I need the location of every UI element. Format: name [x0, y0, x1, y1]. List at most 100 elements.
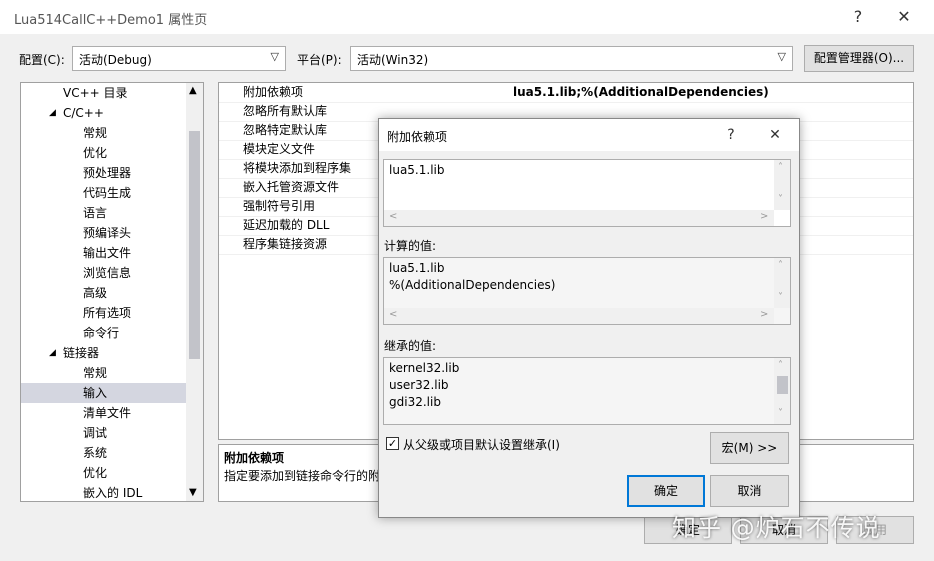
property-name: 程序集链接资源 [243, 237, 328, 251]
dependencies-input-text[interactable]: lua5.1.lib [389, 163, 444, 177]
description-text: 指定要添加到链接命令行的附 [224, 469, 381, 483]
dependencies-input[interactable]: lua5.1.lib ˄ ˅ < > [383, 159, 791, 227]
property-name: 延迟加载的 DLL [243, 218, 330, 232]
tree-item-label: 语言 [83, 206, 108, 220]
scroll-up-icon[interactable]: ˄ [778, 162, 783, 173]
tree-item[interactable]: 常规 [21, 363, 186, 383]
inherited-values-box: kernel32.lib user32.lib gdi32.lib ˄ ˅ [383, 357, 791, 425]
tree-item[interactable]: 清单文件 [21, 403, 186, 423]
config-select[interactable]: 活动(Debug) ▽ [72, 46, 286, 71]
scroll-right-icon[interactable]: > [760, 309, 768, 320]
tree-item[interactable]: 输出文件 [21, 243, 186, 263]
tree-item-label: 浏览信息 [83, 266, 132, 280]
tree-item[interactable]: 代码生成 [21, 183, 186, 203]
property-name: 忽略所有默认库 [243, 104, 328, 118]
tree-item[interactable]: 浏览信息 [21, 263, 186, 283]
tree-item-label: 嵌入的 IDL [83, 486, 143, 500]
tree-item-label: 代码生成 [83, 186, 132, 200]
property-name: 强制符号引用 [243, 199, 316, 213]
dialog-cancel-button[interactable]: 取消 [710, 475, 789, 507]
tree-item[interactable]: 嵌入的 IDL [21, 483, 186, 501]
scroll-up-icon[interactable]: ˄ [778, 360, 783, 371]
scroll-down-icon[interactable]: ˅ [778, 292, 783, 303]
dialog-help-icon[interactable]: ? [717, 124, 745, 146]
config-manager-button[interactable]: 配置管理器(O)... [804, 45, 914, 72]
tree-item[interactable]: 常规 [21, 123, 186, 143]
inherit-checkbox[interactable]: ✓ [386, 437, 399, 450]
window-titlebar: Lua514CallC++Demo1 属性页 ? ✕ [0, 0, 934, 34]
platform-label: 平台(P): [297, 53, 342, 67]
dialog-titlebar: 附加依赖项 ? ✕ [379, 119, 799, 151]
chevron-down-icon: ▽ [270, 50, 279, 63]
scroll-right-icon[interactable]: > [760, 211, 768, 222]
tree-item[interactable]: 命令行 [21, 323, 186, 343]
inherit-checkbox-label[interactable]: 从父级或项目默认设置继承(I) [403, 436, 560, 453]
tree-item-label: 所有选项 [83, 306, 132, 320]
scroll-up-icon[interactable]: ˄ [778, 260, 783, 271]
tree-item-label: 清单文件 [83, 406, 132, 420]
platform-select-value: 活动(Win32) [357, 53, 429, 67]
tree-item[interactable]: 所有选项 [21, 303, 186, 323]
computed-line-2: %(AdditionalDependencies) [389, 278, 556, 292]
help-icon[interactable]: ? [844, 6, 872, 28]
tree-item-label: VC++ 目录 [63, 86, 128, 100]
watermark-text: 知乎 @炉石不传说 [672, 514, 881, 542]
dialog-ok-button[interactable]: 确定 [627, 475, 705, 507]
tree-item-label: 输入 [83, 386, 108, 400]
computed-values-box: lua5.1.lib %(AdditionalDependencies) ˄ ˅… [383, 257, 791, 325]
property-name: 将模块添加到程序集 [243, 161, 352, 175]
platform-select[interactable]: 活动(Win32) ▽ [350, 46, 793, 71]
inherited-line-1: kernel32.lib [389, 361, 460, 375]
tree-item[interactable]: 优化 [21, 143, 186, 163]
macro-button[interactable]: 宏(M) >> [710, 432, 789, 464]
tree-item[interactable]: VC++ 目录 [21, 83, 186, 103]
tree-item-label: 优化 [83, 146, 108, 160]
tree-item-label: 命令行 [83, 326, 120, 340]
tree-item[interactable]: 预编译头 [21, 223, 186, 243]
tree-scroll-thumb[interactable] [189, 131, 200, 359]
tree-item[interactable]: 语言 [21, 203, 186, 223]
computed-scrollbar-h[interactable]: < > [384, 308, 774, 324]
scroll-left-icon[interactable]: < [389, 211, 397, 222]
tree-item[interactable]: 高级 [21, 283, 186, 303]
inherited-label: 继承的值: [384, 339, 437, 353]
property-name: 附加依赖项 [243, 85, 304, 99]
scroll-left-icon[interactable]: < [389, 309, 397, 320]
tree-item-label: 常规 [83, 126, 108, 140]
tree-item[interactable]: ◢ C/C++ [21, 103, 186, 123]
config-label: 配置(C): [19, 53, 65, 67]
property-tree: VC++ 目录 ◢ C/C++ 常规 优化 预处理器 代码生成 语言 预编译头 输出文件 浏览信息高… [20, 82, 204, 502]
inherited-scroll-thumb[interactable] [777, 376, 788, 394]
tree-item[interactable]: 输入 [21, 383, 186, 403]
tree-item[interactable]: 系统 [21, 443, 186, 463]
property-name: 嵌入托管资源文件 [243, 180, 340, 194]
scroll-down-icon[interactable]: ˅ [778, 194, 783, 205]
expander-icon[interactable]: ◢ [49, 103, 56, 123]
expander-icon[interactable]: ◢ [49, 343, 56, 363]
tree-item-label: 输出文件 [83, 246, 132, 260]
property-name: 模块定义文件 [243, 142, 316, 156]
tree-item[interactable]: 优化 [21, 463, 186, 483]
computed-line-1: lua5.1.lib [389, 261, 445, 275]
dialog-close-icon[interactable]: ✕ [761, 124, 789, 146]
dialog-title: 附加依赖项 [387, 130, 448, 144]
inherited-line-2: user32.lib [389, 378, 449, 392]
tree-item[interactable]: 调试 [21, 423, 186, 443]
scroll-down-icon[interactable]: ▼ [189, 487, 197, 498]
scroll-down-icon[interactable]: ˅ [778, 408, 783, 419]
tree-item-label: 系统 [83, 446, 108, 460]
tree-scrollbar[interactable]: ▲ ▼ [186, 83, 203, 501]
property-value[interactable]: lua5.1.lib;%(AdditionalDependencies) [513, 83, 769, 102]
close-icon[interactable]: ✕ [890, 6, 918, 28]
property-row[interactable]: 附加依赖项 lua5.1.lib;%(AdditionalDependencies… [219, 83, 913, 103]
computed-scrollbar-v[interactable]: ˄ ˅ [774, 258, 790, 308]
additional-dependencies-dialog: 附加依赖项 ? ✕ lua5.1.lib ˄ ˅ < > 计算的值: lua5.… [378, 118, 800, 518]
inherited-scrollbar-v[interactable]: ˄ ˅ [774, 358, 790, 424]
tree-item[interactable]: 预处理器 [21, 163, 186, 183]
scroll-up-icon[interactable]: ▲ [189, 85, 197, 96]
inherited-line-3: gdi32.lib [389, 395, 441, 409]
input-scrollbar-v[interactable]: ˄ ˅ [774, 160, 790, 210]
tree-item-label: 调试 [83, 426, 108, 440]
input-scrollbar-h[interactable]: < > [384, 210, 774, 226]
tree-item[interactable]: ◢ 链接器 [21, 343, 186, 363]
